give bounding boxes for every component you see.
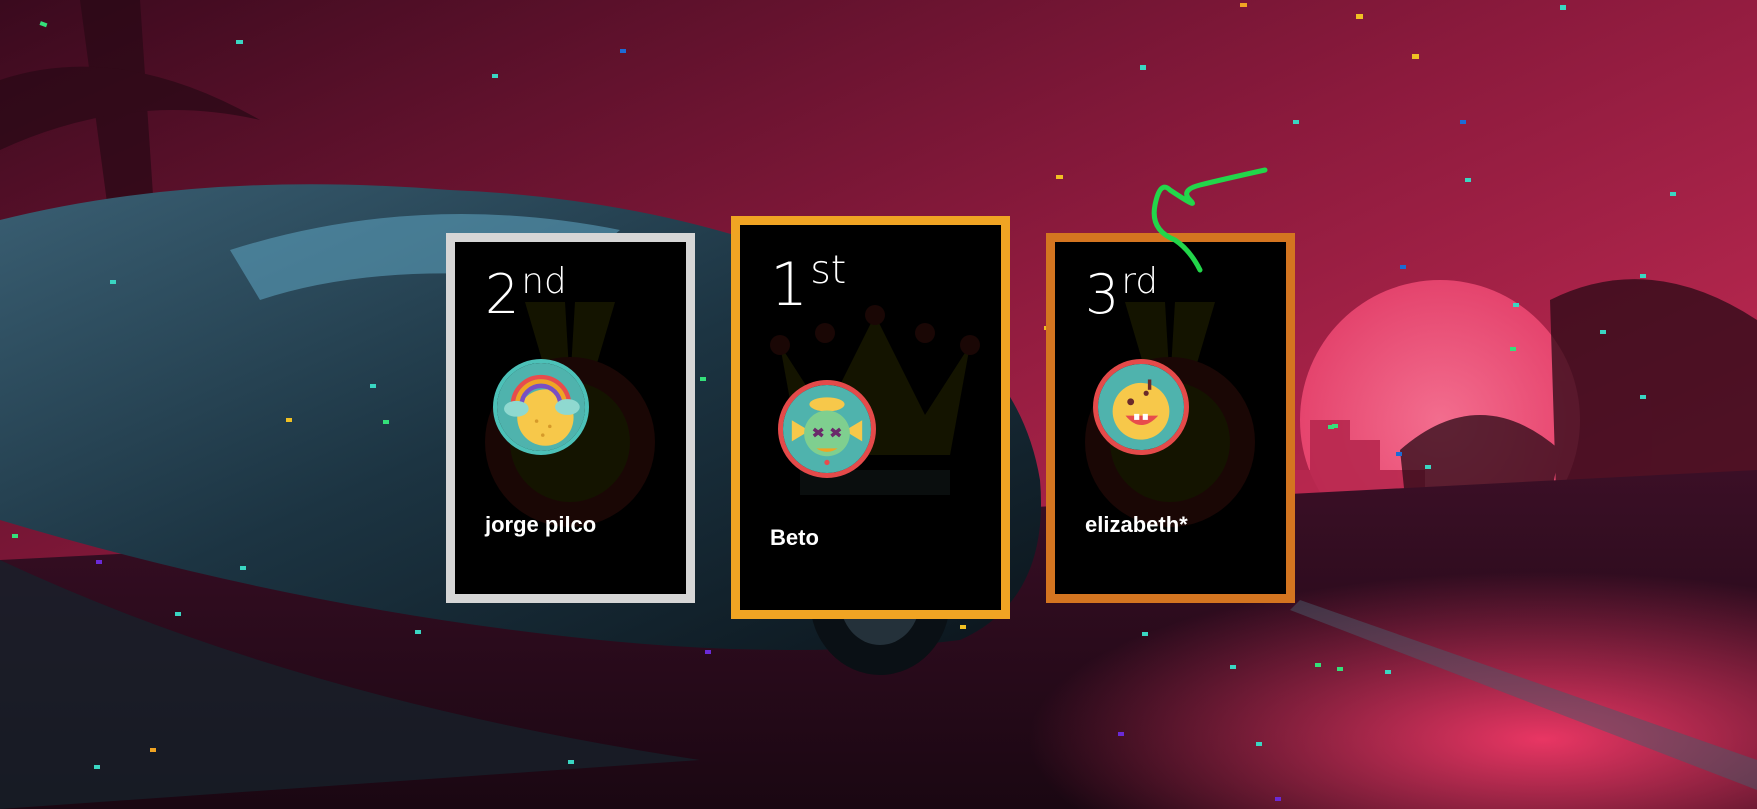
second-place-card: 2nd jorge pilco bbox=[446, 233, 695, 603]
first-place-card: 1st Beto bbox=[731, 216, 1010, 619]
streamer-confetti bbox=[1151, 167, 1268, 273]
place-label: 1st bbox=[770, 247, 847, 320]
skull-fish-avatar-icon bbox=[778, 380, 876, 478]
player-name: jorge pilco bbox=[485, 512, 597, 537]
place-label: 2nd bbox=[485, 261, 567, 326]
podium: 2nd jorge pilco 1st Beto 3rd elizabeth* bbox=[0, 0, 1757, 809]
rainbow-sun-avatar-icon bbox=[493, 359, 589, 455]
player-name: elizabeth* bbox=[1085, 512, 1188, 537]
player-name: Beto bbox=[770, 525, 819, 550]
smiling-monster-avatar-icon bbox=[1093, 359, 1189, 455]
